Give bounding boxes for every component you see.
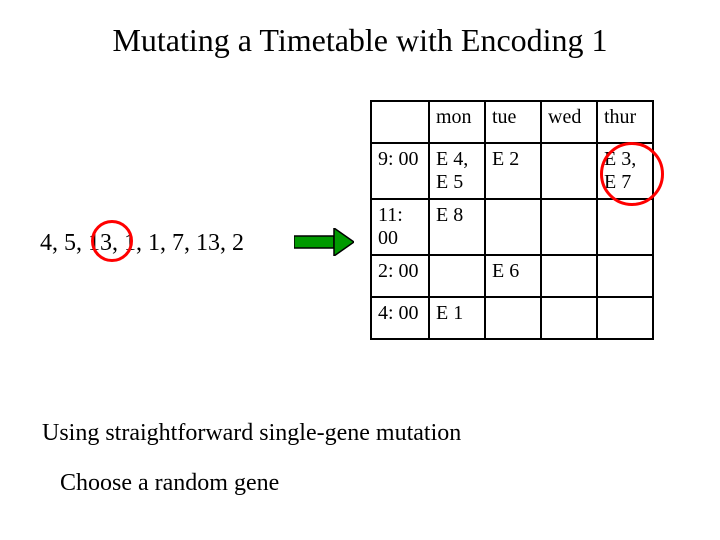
gene-5: 7,	[172, 230, 190, 256]
header-mon: mon	[429, 101, 485, 143]
gene-1: 5,	[64, 230, 82, 256]
table-row: 2: 00 E 6	[371, 255, 653, 297]
header-wed: wed	[541, 101, 597, 143]
gene-7: 2	[232, 230, 244, 256]
header-thur: thur	[597, 101, 653, 143]
cell	[485, 297, 541, 339]
cell: E 8	[429, 199, 485, 255]
time-label: 2: 00	[371, 255, 429, 297]
arrow-right-icon	[294, 228, 354, 256]
page-title: Mutating a Timetable with Encoding 1	[0, 22, 720, 59]
cell	[485, 199, 541, 255]
cell	[597, 255, 653, 297]
time-label: 4: 00	[371, 297, 429, 339]
gene-4: 1,	[148, 230, 166, 256]
body-text-2: Choose a random gene	[60, 470, 279, 497]
body-text-1: Using straightforward single-gene mutati…	[42, 420, 461, 447]
cell	[541, 199, 597, 255]
gene-6: 13,	[196, 230, 226, 256]
cell	[541, 143, 597, 199]
cell: E 2	[485, 143, 541, 199]
cell	[541, 297, 597, 339]
timetable: mon tue wed thur 9: 00 E 4, E 5 E 2 E 3,…	[370, 100, 654, 340]
gene-2: 13,	[88, 230, 118, 256]
gene-sequence: 4, 5, 13, 1, 1, 7, 13, 2	[40, 230, 244, 257]
header-tue: tue	[485, 101, 541, 143]
table-row: 9: 00 E 4, E 5 E 2 E 3, E 7	[371, 143, 653, 199]
time-label: 9: 00	[371, 143, 429, 199]
table-header-row: mon tue wed thur	[371, 101, 653, 143]
cell	[597, 297, 653, 339]
table-row: 4: 00 E 1	[371, 297, 653, 339]
cell: E 6	[485, 255, 541, 297]
table-row: 11: 00 E 8	[371, 199, 653, 255]
cell: E 4, E 5	[429, 143, 485, 199]
time-label: 11: 00	[371, 199, 429, 255]
cell	[429, 255, 485, 297]
cell: E 3, E 7	[597, 143, 653, 199]
gene-3: 1,	[124, 230, 142, 256]
cell: E 1	[429, 297, 485, 339]
cell	[541, 255, 597, 297]
cell	[597, 199, 653, 255]
gene-0: 4,	[40, 230, 58, 256]
slide: Mutating a Timetable with Encoding 1 4, …	[0, 0, 720, 540]
header-blank	[371, 101, 429, 143]
